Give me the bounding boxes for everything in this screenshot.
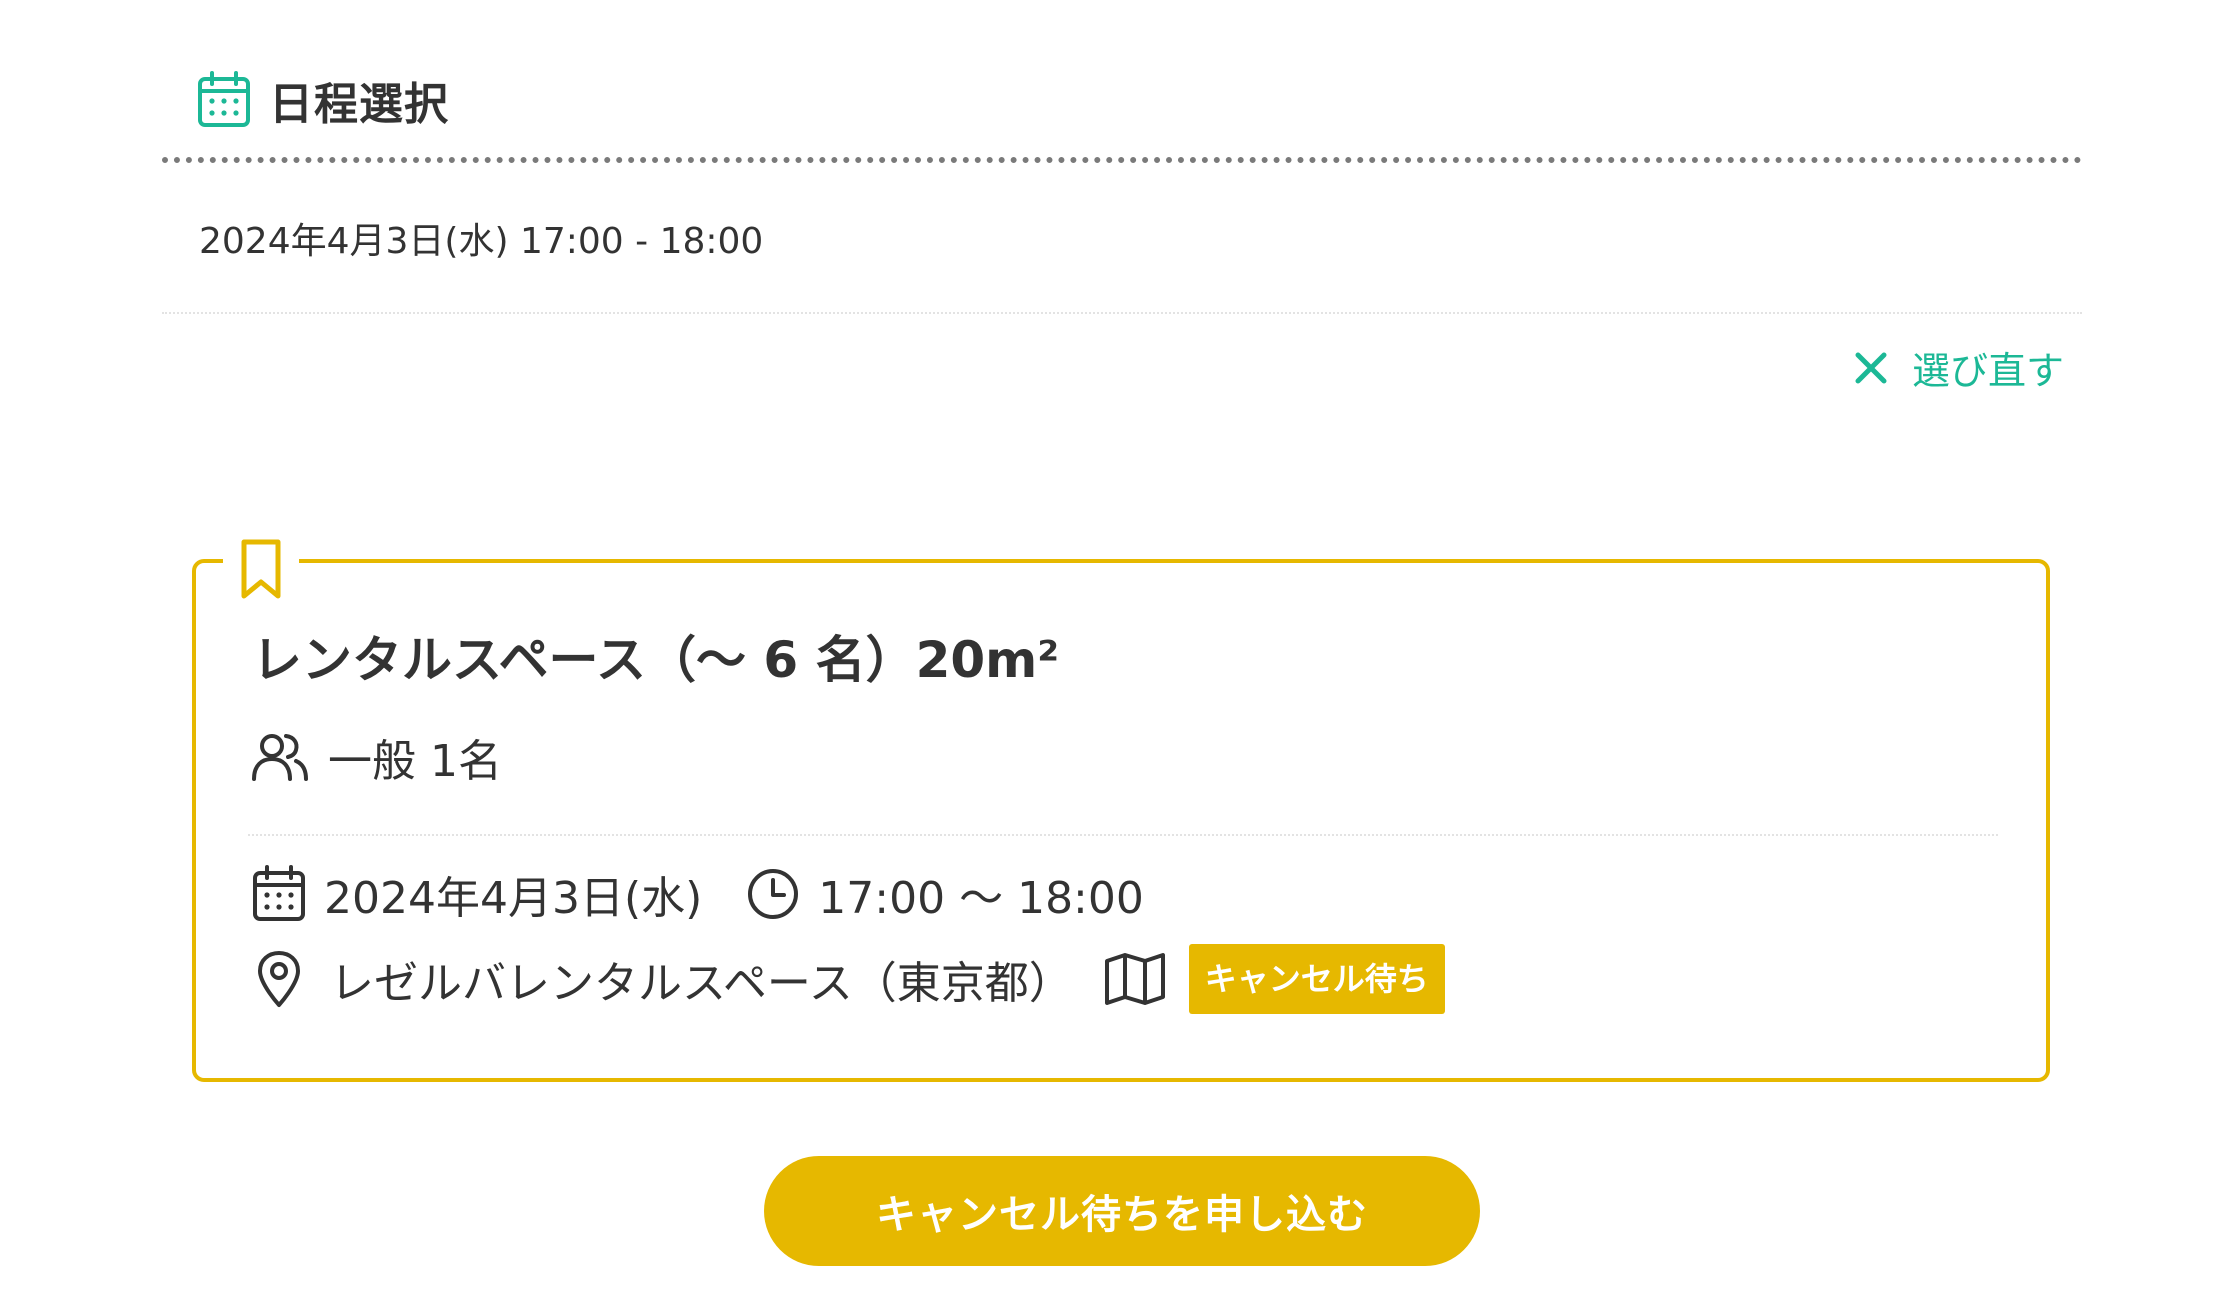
users-icon bbox=[252, 734, 308, 781]
participants-text: 一般 1名 bbox=[328, 736, 502, 787]
reselect-label: 選び直す bbox=[1911, 349, 2064, 393]
plan-date: 2024年4月3日(水) bbox=[324, 873, 703, 924]
section-title: 日程選択 bbox=[269, 79, 449, 130]
bookmark-icon bbox=[241, 539, 281, 599]
section-header: 日程選択 bbox=[197, 70, 449, 130]
card-divider bbox=[248, 834, 1998, 836]
clock-icon bbox=[748, 869, 799, 919]
status-badge: キャンセル待ち bbox=[1188, 944, 1445, 1014]
calendar-icon bbox=[198, 71, 250, 127]
plan-time: 17:00 〜 18:00 bbox=[818, 873, 1144, 924]
bookmark-icon-wrap bbox=[223, 538, 299, 608]
venue-name: レゼルバレンタルスペース（東京都） bbox=[330, 958, 1073, 1009]
reselect-link[interactable]: 選び直す bbox=[1854, 340, 2064, 395]
close-icon bbox=[1855, 352, 1887, 383]
calendar-icon bbox=[253, 865, 305, 921]
datetime-row: 2024年4月3日(水) 17:00 〜 18:00 bbox=[252, 862, 1144, 926]
venue-row: レゼルバレンタルスペース（東京都） キャンセル待ち bbox=[256, 944, 1445, 1014]
divider bbox=[162, 312, 2082, 314]
section-divider bbox=[162, 157, 2082, 163]
waitlist-submit-button[interactable]: キャンセル待ちを申し込む bbox=[764, 1156, 1480, 1266]
map-icon[interactable] bbox=[1103, 951, 1167, 1007]
location-pin-icon bbox=[258, 951, 300, 1007]
plan-title: レンタルスペース（〜 6 名）20m² bbox=[252, 631, 1060, 689]
selected-datetime: 2024年4月3日(水) 17:00 - 18:00 bbox=[199, 221, 764, 262]
participants-row: 一般 1名 bbox=[250, 725, 502, 789]
